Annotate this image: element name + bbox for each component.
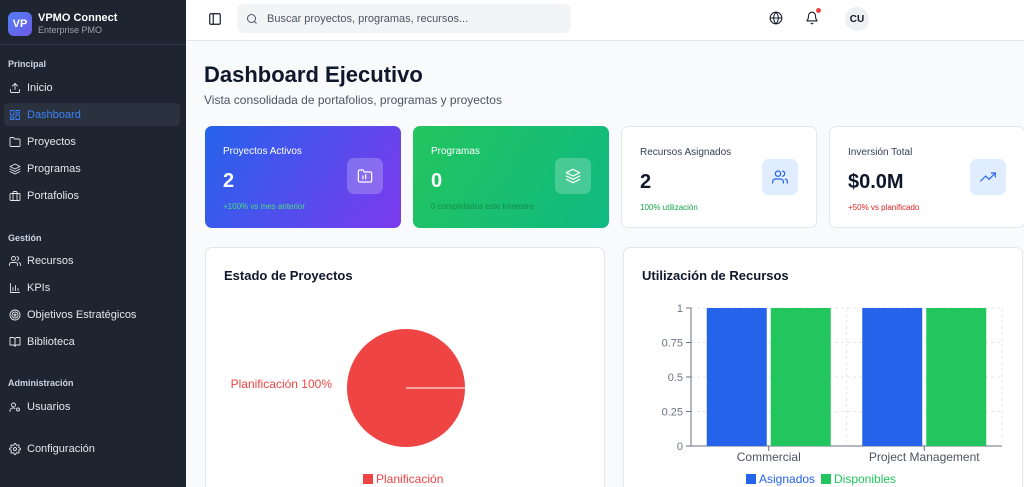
y-tick-label: 0.75 (662, 338, 683, 350)
sidebar-item-label: Objetivos Estratégicos (27, 308, 137, 321)
stat-note: 100% utilización (640, 203, 698, 212)
folder-icon (9, 136, 21, 147)
bar (862, 308, 923, 446)
stat-card-proyectos[interactable]: Proyectos Activos 2 +100% vs mes anterio… (205, 126, 401, 228)
pie-chart: Planificación 100% Planificación (231, 329, 465, 486)
y-tick-label: 0.25 (662, 407, 683, 419)
notification-dot (816, 8, 821, 13)
stat-card-inversion[interactable]: Inversión Total $0.0M +50% vs planificad… (829, 126, 1024, 228)
stat-card-recursos[interactable]: Recursos Asignados 2 100% utilización (621, 126, 817, 228)
bar-chart: 0 0.25 0.5 0.75 1 Commercial Project Managemen… (662, 303, 1003, 486)
sidebar-item-label: Configuración (27, 442, 95, 455)
y-tick-label: 0.5 (668, 372, 683, 384)
language-button[interactable] (769, 11, 783, 25)
sidebar-item-inicio[interactable]: Inicio (4, 76, 180, 99)
user-key-icon (9, 402, 20, 412)
brand-logo: VP (8, 12, 32, 36)
brand-subtitle: Enterprise PMO (38, 25, 103, 35)
chart-icon (10, 282, 20, 293)
sidebar-item-label: Portafolios (27, 189, 79, 202)
sidebar-item-dashboard[interactable]: Dashboard (4, 103, 180, 126)
sidebar-item-biblioteca[interactable]: Biblioteca (4, 330, 180, 353)
stat-label: Recursos Asignados (640, 147, 732, 158)
legend-label: Planificación (376, 472, 443, 486)
stat-note: 0 completados este trimestre (431, 202, 534, 211)
x-tick-label: Project Management (869, 450, 980, 464)
search-bar (237, 4, 571, 33)
layers-icon (9, 163, 21, 174)
sidebar-item-label: Dashboard (27, 108, 81, 121)
sidebar-item-label: Biblioteca (27, 335, 75, 348)
sidebar-divider (0, 44, 186, 45)
stat-card-programas[interactable]: Programas 0 0 completados este trimestre (413, 126, 609, 228)
sidebar-item-label: Proyectos (27, 135, 76, 148)
sidebar-item-objetivos[interactable]: Objetivos Estratégicos (4, 303, 180, 326)
sidebar-item-configuracion[interactable]: Configuración (4, 437, 180, 460)
bell-icon (806, 11, 818, 25)
trending-up-icon (970, 159, 1006, 195)
stat-label: Proyectos Activos (223, 146, 302, 157)
brand-name: VPMO Connect (38, 12, 118, 24)
stat-label: Inversión Total (848, 147, 913, 158)
section-title-gestion: Gestión (8, 233, 42, 243)
book-icon (9, 336, 21, 347)
legend-swatch (746, 474, 756, 484)
pie-slice-label: Planificación 100% (231, 377, 333, 391)
legend-label: Disponibles (834, 472, 896, 486)
users-icon (9, 255, 21, 266)
sidebar-item-usuarios[interactable]: Usuarios (4, 395, 180, 418)
y-tick-label: 0 (677, 441, 683, 453)
top-header: CU (186, 0, 1024, 41)
sidebar-item-label: Programas (27, 162, 81, 175)
panel-estado-proyectos: Estado de Proyectos Planificación 100% Pl… (205, 247, 605, 487)
briefcase-icon (9, 190, 21, 201)
stat-label: Programas (431, 146, 480, 157)
layout-icon (10, 109, 20, 120)
sidebar: VP VPMO Connect Enterprise PMO Principal… (0, 0, 186, 487)
sidebar-item-proyectos[interactable]: Proyectos (4, 130, 180, 153)
legend-swatch (363, 474, 373, 484)
search-icon (247, 13, 257, 24)
sidebar-item-label: Recursos (27, 254, 74, 267)
legend-swatch (821, 474, 831, 484)
folder-chart-icon (347, 158, 383, 194)
sidebar-item-label: Usuarios (27, 400, 71, 413)
gear-icon (9, 442, 21, 455)
sidebar-item-portafolios[interactable]: Portafolios (4, 184, 180, 207)
globe-icon (769, 11, 783, 25)
section-title-administracion: Administración (8, 378, 74, 388)
x-tick-label: Commercial (737, 450, 801, 464)
stat-note: +50% vs planificado (848, 203, 920, 212)
upload-icon (10, 82, 20, 93)
sidebar-toggle-button[interactable] (208, 12, 222, 26)
bar (926, 308, 987, 446)
notifications-button[interactable] (805, 8, 821, 25)
sidebar-item-label: KPIs (27, 281, 51, 294)
bar (770, 308, 831, 446)
sidebar-item-kpis[interactable]: KPIs (4, 276, 180, 299)
target-icon (9, 309, 21, 320)
brand[interactable]: VP VPMO Connect Enterprise PMO (0, 0, 186, 40)
page-title: Dashboard Ejecutivo (204, 62, 423, 87)
sidebar-item-label: Inicio (27, 81, 53, 94)
layers-icon (555, 158, 591, 194)
section-title-principal: Principal (8, 59, 47, 69)
sidebar-item-recursos[interactable]: Recursos (4, 249, 180, 272)
sidebar-item-programas[interactable]: Programas (4, 157, 180, 180)
y-tick-label: 1 (677, 303, 683, 315)
legend-label: Asignados (759, 472, 815, 486)
bar (706, 308, 767, 446)
avatar[interactable]: CU (845, 7, 869, 31)
panel-left-icon (209, 13, 221, 25)
users-icon (762, 159, 798, 195)
stat-note: +100% vs mes anterior (223, 202, 306, 211)
page-subtitle: Vista consolidada de portafolios, progra… (204, 93, 502, 107)
panel-utilizacion-recursos: Utilización de Recursos 0 0.25 0.5 0.75 1 Com… (623, 247, 1023, 487)
search-input[interactable] (267, 12, 557, 25)
